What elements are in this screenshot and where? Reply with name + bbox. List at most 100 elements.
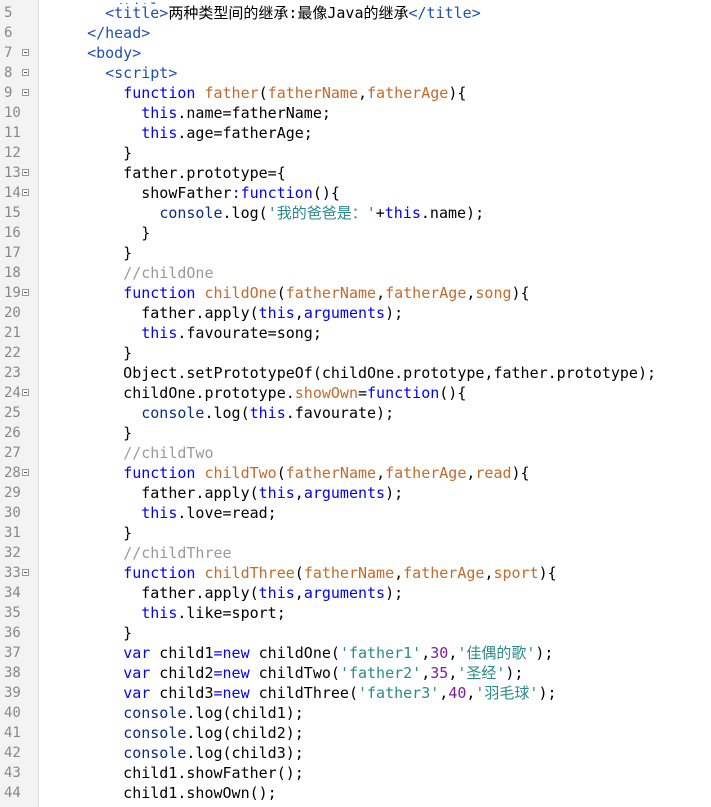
code-line[interactable]: 25 console.log(this.favourate);: [0, 403, 711, 423]
code-token: fatherAge: [367, 84, 449, 102]
code-line[interactable]: 16 }: [0, 223, 711, 243]
fold-toggle-icon[interactable]: [22, 569, 29, 576]
code-editor[interactable]: </title> 5 <title>两种类型间的继承:最像Java的继承</ti…: [0, 0, 711, 807]
code-token: ,: [294, 584, 304, 602]
code-line[interactable]: 17 }: [0, 243, 711, 263]
code-token: this: [258, 484, 295, 502]
code-line[interactable]: 26 }: [0, 423, 711, 443]
code-line[interactable]: 39 var child3=new childThree('father3',4…: [0, 683, 711, 703]
code-text: this.age=fatherAge;: [69, 123, 313, 143]
code-token: console: [141, 404, 205, 422]
code-token: ,: [394, 564, 404, 582]
code-line[interactable]: 42 console.log(child3);: [0, 743, 711, 763]
code-token: .log(child2);: [186, 724, 304, 742]
fold-toggle-icon[interactable]: [22, 169, 29, 176]
code-text: var child1=new childOne('father1',30,'佳偶…: [69, 643, 553, 663]
code-token: this: [141, 504, 178, 522]
code-line[interactable]: 19 function childOne(fatherName,fatherAg…: [0, 283, 711, 303]
code-text: function childThree(fatherName,fatherAge…: [69, 563, 557, 583]
code-line[interactable]: 34 father.apply(this,arguments);: [0, 583, 711, 603]
code-line[interactable]: 14 showFather:function(){: [0, 183, 711, 203]
code-line[interactable]: 29 father.apply(this,arguments);: [0, 483, 711, 503]
code-line[interactable]: 8 <script>: [0, 63, 711, 83]
code-line[interactable]: 30 this.love=read;: [0, 503, 711, 523]
code-token: );: [538, 684, 557, 702]
code-token: 两种类型间的继承:最像Java的继承: [168, 4, 409, 22]
code-line[interactable]: 38 var child2=new childTwo('father2',35,…: [0, 663, 711, 683]
code-token: father.apply(: [69, 484, 259, 502]
code-text: }: [69, 423, 132, 443]
code-line[interactable]: 6 </head>: [0, 23, 711, 43]
line-number: 26: [4, 425, 21, 441]
code-line[interactable]: 7 <body>: [0, 43, 711, 63]
code-token: this: [258, 584, 295, 602]
code-token: function: [123, 84, 196, 102]
code-line[interactable]: 22 }: [0, 343, 711, 363]
code-line[interactable]: 12 }: [0, 143, 711, 163]
code-line[interactable]: 31 }: [0, 523, 711, 543]
code-line[interactable]: 9 function father(fatherName,fatherAge){: [0, 83, 711, 103]
code-line[interactable]: 23 Object.setPrototypeOf(childOne.protot…: [0, 363, 711, 383]
code-line[interactable]: 15 console.log('我的爸爸是：'+this.name);: [0, 203, 711, 223]
code-line[interactable]: 18 //childOne: [0, 263, 711, 283]
code-text: }: [69, 243, 132, 263]
code-token: }: [69, 144, 133, 162]
code-line[interactable]: 5 <title>两种类型间的继承:最像Java的继承</title>: [0, 3, 711, 23]
code-token: +: [375, 204, 385, 222]
code-token: fatherName: [303, 564, 395, 582]
line-number: 33: [4, 565, 21, 581]
code-token: );: [535, 644, 554, 662]
fold-toggle-icon[interactable]: [22, 69, 29, 76]
fold-toggle-icon[interactable]: [22, 189, 29, 196]
code-token: childTwo: [204, 464, 277, 482]
code-line[interactable]: 36 }: [0, 623, 711, 643]
code-token: arguments: [303, 484, 386, 502]
code-text: var child3=new childThree('father3',40,'…: [69, 683, 557, 703]
code-line[interactable]: 35 this.like=sport;: [0, 603, 711, 623]
code-token: </title>: [408, 4, 481, 22]
code-line[interactable]: 33 function childThree(fatherName,father…: [0, 563, 711, 583]
line-number: 12: [4, 145, 21, 161]
code-line[interactable]: 10 this.name=fatherName;: [0, 103, 711, 123]
code-line[interactable]: 32 //childThree: [0, 543, 711, 563]
code-line[interactable]: 21 this.favourate=song;: [0, 323, 711, 343]
code-line[interactable]: 11 this.age=fatherAge;: [0, 123, 711, 143]
code-text: var child2=new childTwo('father2',35,'圣经…: [69, 663, 523, 683]
code-line[interactable]: 27 //childTwo: [0, 443, 711, 463]
code-token: childThree: [204, 564, 295, 582]
code-text: }: [69, 623, 132, 643]
line-number: 27: [4, 445, 21, 461]
line-number: 16: [4, 225, 21, 241]
code-text: function childOne(fatherName,fatherAge,s…: [69, 283, 529, 303]
code-line[interactable]: 28 function childTwo(fatherName,fatherAg…: [0, 463, 711, 483]
code-line[interactable]: 40 console.log(child1);: [0, 703, 711, 723]
line-number: 31: [4, 525, 21, 541]
code-line[interactable]: 43 child1.showFather();: [0, 763, 711, 783]
code-token: father.apply(: [69, 304, 259, 322]
code-line[interactable]: 13 father.prototype={: [0, 163, 711, 183]
code-token: .name=fatherName;: [177, 104, 331, 122]
code-text: child1.showFather();: [69, 763, 304, 783]
code-token: '圣经': [457, 664, 506, 682]
code-line[interactable]: 44 child1.showOwn();: [0, 783, 711, 803]
code-token: '羽毛球': [475, 684, 539, 702]
fold-toggle-icon[interactable]: [22, 89, 29, 96]
code-token: childOne.prototype.: [69, 384, 295, 402]
fold-toggle-icon[interactable]: [22, 49, 29, 56]
code-line[interactable]: 20 father.apply(this,arguments);: [0, 303, 711, 323]
fold-toggle-icon[interactable]: [22, 469, 29, 476]
code-line[interactable]: 41 console.log(child2);: [0, 723, 711, 743]
code-line[interactable]: 37 var child1=new childOne('father1',30,…: [0, 643, 711, 663]
line-number: 10: [4, 105, 21, 121]
code-line[interactable]: 24 childOne.prototype.showOwn=function()…: [0, 383, 711, 403]
line-number: 35: [4, 605, 21, 621]
code-token: fatherAge: [385, 284, 467, 302]
fold-toggle-icon[interactable]: [22, 389, 29, 396]
code-token: </head>: [87, 24, 151, 42]
fold-toggle-icon[interactable]: [22, 289, 29, 296]
code-token: fatherAge: [403, 564, 485, 582]
